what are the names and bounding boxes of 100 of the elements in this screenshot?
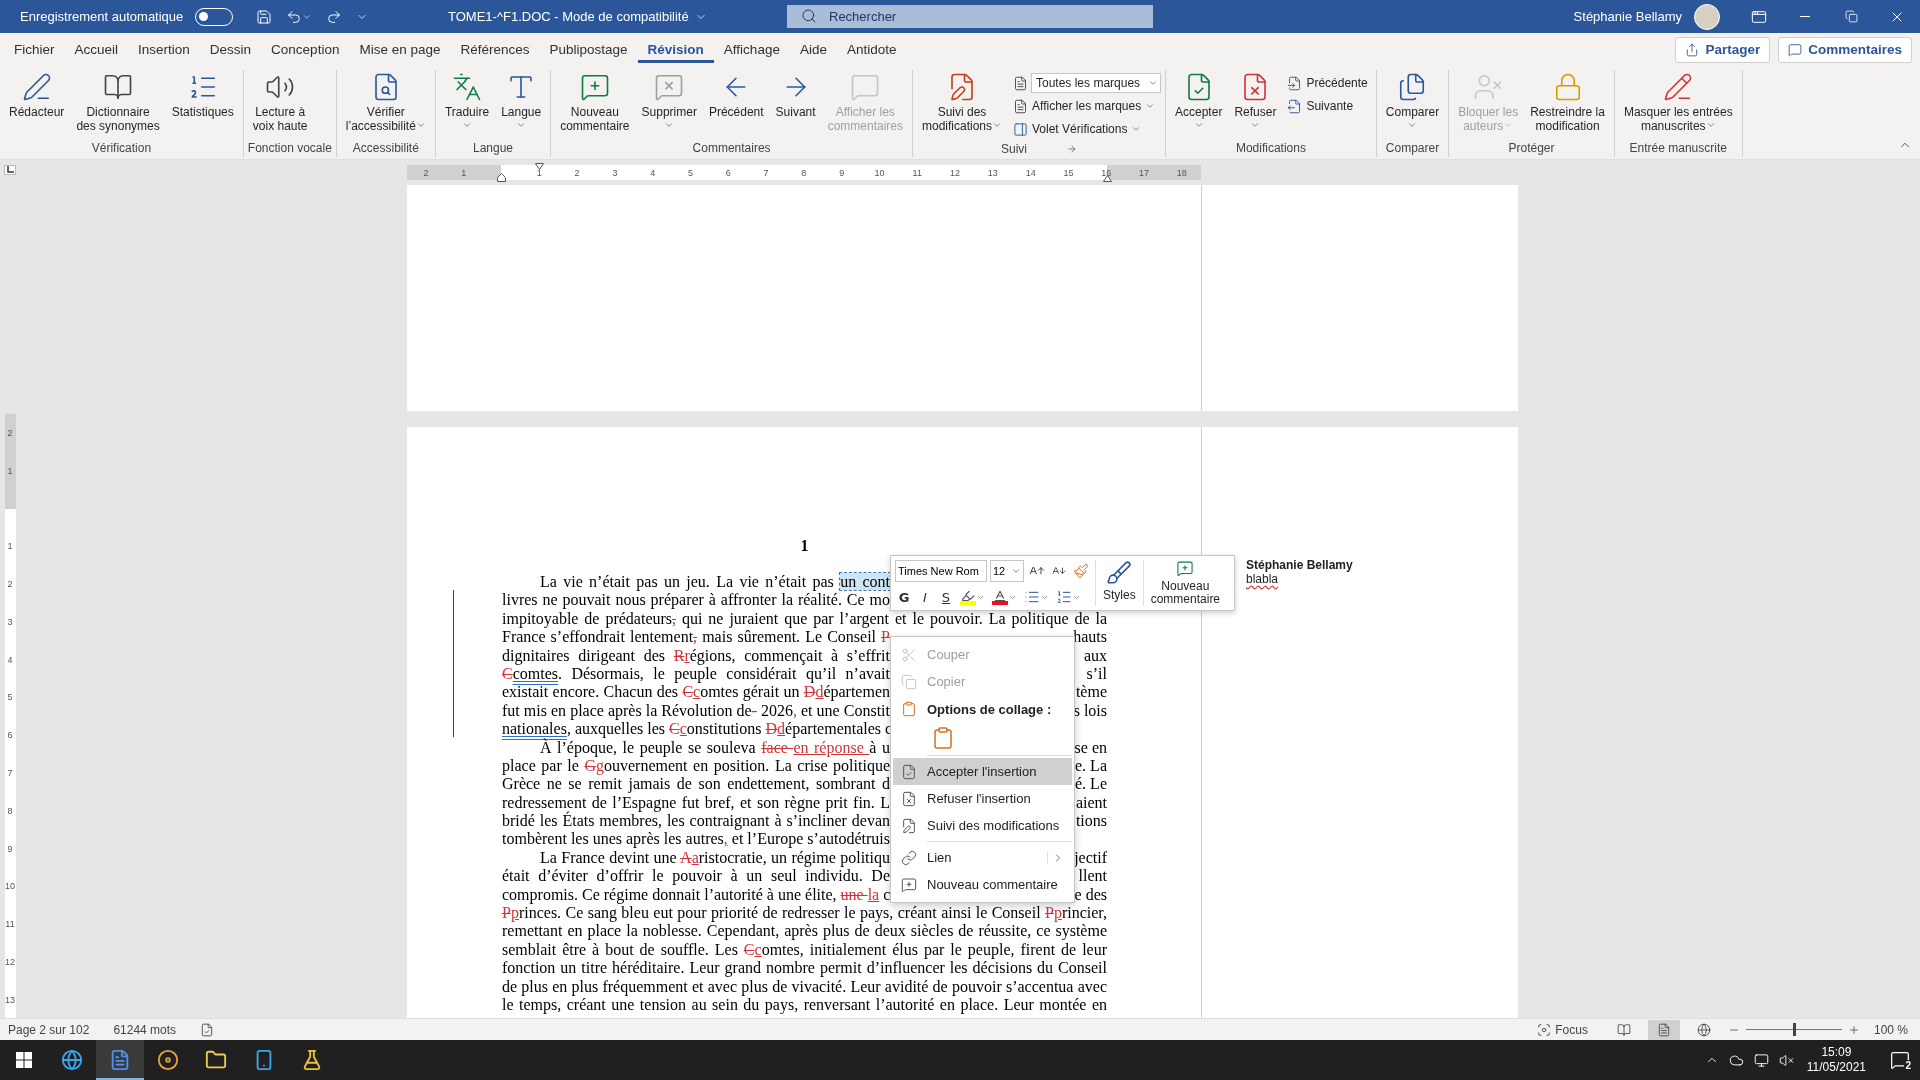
- document-icon: [1656, 1022, 1671, 1037]
- indent-marker-icon[interactable]: [535, 163, 544, 170]
- document-title[interactable]: TOME1-^F1.DOC - Mode de compatibilité: [440, 9, 787, 24]
- zoom-thumb[interactable]: [1792, 1023, 1796, 1036]
- zoom-in-button[interactable]: [1847, 1023, 1860, 1036]
- windows-grid-icon: [16, 1052, 32, 1068]
- menu-item[interactable]: Refuser l'insertion: [893, 785, 1072, 812]
- document-text: Grèce ne se remit jamais de son endettement, sombrant d: [502, 775, 890, 794]
- taskbar-app[interactable]: [96, 1040, 144, 1080]
- ribbon-tab[interactable]: Révision: [637, 33, 714, 66]
- ribbon-tab[interactable]: Fichier: [4, 33, 65, 66]
- format-button[interactable]: S: [937, 586, 955, 608]
- tab-selector[interactable]: [4, 165, 16, 175]
- ribbon-button[interactable]: Restreindre la modification: [1525, 70, 1610, 135]
- group-label: Comparer: [1385, 141, 1440, 155]
- menu-item[interactable]: Suivi des modifications: [893, 812, 1072, 839]
- ribbon-button[interactable]: Dictionnaire des synonymes: [71, 70, 165, 135]
- document-text: se en: [1074, 738, 1107, 757]
- ruler-number: 13: [987, 167, 998, 178]
- word-count[interactable]: 61244 mots: [113, 1022, 177, 1037]
- ribbon-button[interactable]: Rédacteur: [4, 70, 70, 122]
- comment-text: blabla: [1246, 572, 1279, 586]
- ribbon-tab[interactable]: Affichage: [713, 33, 790, 66]
- document-text: dignitaires dirigeant des Rrégions, commençait à s’effrit: [502, 646, 890, 665]
- ribbon-button[interactable]: Statistiques: [166, 70, 239, 122]
- document-text: À l’époque, le peuple se souleva face en réponse à u: [539, 738, 890, 757]
- avatar[interactable]: [1694, 3, 1720, 30]
- document-text: La vie n’était pas un jeu. La vie n’était pas un cont: [539, 573, 890, 592]
- ribbon-tab[interactable]: Antidote: [836, 33, 907, 66]
- ribbon-button[interactable]: Suivant: [770, 70, 821, 122]
- ribbon-tab[interactable]: Aide: [789, 33, 837, 66]
- menu-item[interactable]: Nouveau commentaire: [893, 871, 1072, 898]
- dialog-launcher-icon[interactable]: [1067, 143, 1077, 154]
- ribbon-button[interactable]: Vérifier l’accessibilité: [340, 70, 431, 135]
- ribbon-tab[interactable]: Mise en page: [349, 33, 451, 66]
- volume-icon: [1778, 1052, 1794, 1068]
- ribbon-button[interactable]: Refuser: [1229, 70, 1282, 132]
- ruler-number: 11: [912, 167, 922, 178]
- ribbon-button[interactable]: Supprimer: [636, 70, 702, 132]
- focus-button[interactable]: Focus: [1531, 1021, 1594, 1038]
- ribbon-button[interactable]: Accepter: [1170, 70, 1228, 132]
- ribbon-button[interactable]: Traduire: [439, 70, 495, 132]
- page-count[interactable]: Page 2 sur 102: [8, 1022, 90, 1037]
- document-text: aient: [1075, 793, 1107, 813]
- ribbon-tab[interactable]: Insertion: [128, 33, 200, 66]
- document-text: fut mis en place après la Révolution de- 2026, et une Constit: [502, 701, 890, 721]
- indent-marker-icon[interactable]: [1103, 175, 1112, 182]
- restore-icon: [1844, 10, 1858, 23]
- ribbon-tab[interactable]: Références: [450, 33, 540, 66]
- ribbon-button[interactable]: Masquer les entrées manuscrites: [1618, 70, 1738, 135]
- clock-date[interactable]: 11/05/2021: [1806, 1060, 1866, 1075]
- comments-button[interactable]: Commentaires: [1778, 36, 1912, 63]
- view-button[interactable]: [1647, 1019, 1680, 1040]
- clock-time[interactable]: 15:09: [1821, 1045, 1852, 1060]
- ruler-number: 9: [839, 167, 845, 178]
- ribbon-tab[interactable]: Dessin: [199, 33, 262, 66]
- new-comment-button[interactable]: Nouveau commentaire: [1147, 560, 1224, 606]
- group-label: Modifications: [1235, 141, 1306, 155]
- menu-item[interactable]: Lien: [893, 844, 1072, 871]
- ribbon-tab[interactable]: Accueil: [64, 33, 129, 66]
- format-button[interactable]: G: [895, 586, 913, 608]
- proofing-icon: [200, 1022, 215, 1037]
- cloud-icon: [1728, 1052, 1744, 1068]
- ribbon-button[interactable]: Volet Vérifications: [1009, 118, 1161, 140]
- notifications-button[interactable]: 2: [1880, 1040, 1920, 1080]
- save-icon: [256, 8, 273, 25]
- globe-icon: [1696, 1022, 1711, 1037]
- ruler-number: 5: [7, 692, 13, 703]
- translate-icon: [452, 72, 482, 102]
- ruler-number: 11: [5, 919, 15, 930]
- menu-item[interactable]: Accepter l'insertion: [893, 758, 1072, 785]
- format-button[interactable]: I: [916, 586, 934, 608]
- styles-button[interactable]: Styles: [1100, 560, 1139, 606]
- ribbon-button[interactable]: Suivante: [1283, 95, 1372, 117]
- font-field[interactable]: Times New Rom: [895, 560, 987, 582]
- search-field[interactable]: Rechercher: [787, 5, 1153, 28]
- ribbon-button[interactable]: Lecture à voix haute: [247, 70, 313, 135]
- caret-icon: [1011, 566, 1021, 576]
- ribbon-button[interactable]: Précédente: [1283, 72, 1372, 94]
- ribbon-button[interactable]: Nouveau commentaire: [555, 70, 635, 135]
- ribbon-button[interactable]: Précédent: [703, 70, 769, 122]
- document-text: impitoyable de prédateurs, qui ne juraient que par l’argent et le pouvoir. La politique de la: [502, 609, 1107, 629]
- ribbon-button[interactable]: Comparer: [1380, 70, 1445, 132]
- ribbon-tab[interactable]: Publipostage: [539, 33, 638, 66]
- indent-marker-icon[interactable]: [497, 173, 506, 182]
- markup-select[interactable]: Toutes les marques: [1031, 73, 1161, 93]
- focus-icon: [1537, 1022, 1552, 1037]
- font-size-field[interactable]: 12: [990, 560, 1024, 582]
- autosave-label: Enregistrement automatique: [20, 9, 184, 24]
- globe-icon: [61, 1049, 83, 1071]
- ribbon-tab[interactable]: Conception: [261, 33, 350, 66]
- zoom-level[interactable]: 100 %: [1873, 1022, 1908, 1037]
- document-text: Pprinces. Ce sang bleu eut pour priorité de redresser le pays, créant ainsi le Conseil Pprincier,: [502, 904, 1107, 923]
- ribbon-button[interactable]: Langue: [496, 70, 547, 132]
- ribbon-button[interactable]: Afficher les marques: [1009, 95, 1161, 117]
- document-arrow-icon: [1287, 98, 1303, 114]
- caret-icon: [1148, 78, 1158, 88]
- document-text: llent: [1078, 867, 1107, 886]
- ribbon-button[interactable]: Suivi des modifications: [917, 70, 1007, 135]
- share-button[interactable]: Partager: [1675, 36, 1771, 63]
